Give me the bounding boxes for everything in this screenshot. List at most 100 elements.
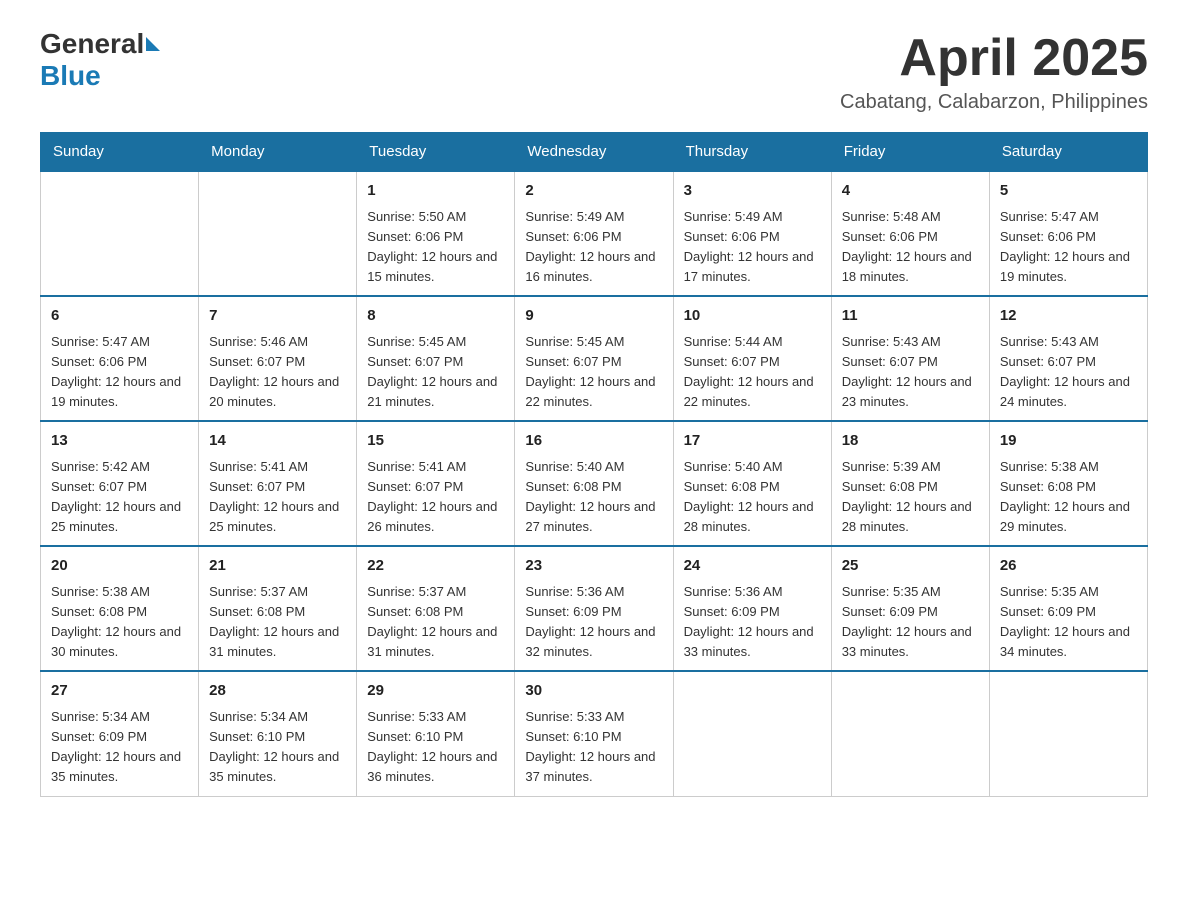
location-subtitle: Cabatang, Calabarzon, Philippines (840, 91, 1148, 114)
calendar-cell: 16 Sunrise: 5:40 AM Sunset: 6:08 PM Dayli… (515, 421, 673, 546)
calendar-cell: 23 Sunrise: 5:36 AM Sunset: 6:09 PM Dayli… (515, 546, 673, 671)
day-number: 28 (209, 680, 346, 703)
calendar-cell: 15 Sunrise: 5:41 AM Sunset: 6:07 PM Dayli… (357, 421, 515, 546)
calendar-cell (673, 671, 831, 796)
day-number: 25 (842, 555, 979, 578)
day-info: Sunrise: 5:34 AM Sunset: 6:10 PM Dayligh… (209, 707, 346, 788)
day-info: Sunrise: 5:36 AM Sunset: 6:09 PM Dayligh… (525, 582, 662, 663)
day-info: Sunrise: 5:45 AM Sunset: 6:07 PM Dayligh… (367, 332, 504, 413)
day-number: 11 (842, 305, 979, 328)
calendar-cell: 6 Sunrise: 5:47 AM Sunset: 6:06 PM Daylig… (41, 296, 199, 421)
day-info: Sunrise: 5:38 AM Sunset: 6:08 PM Dayligh… (51, 582, 188, 663)
day-info: Sunrise: 5:37 AM Sunset: 6:08 PM Dayligh… (209, 582, 346, 663)
calendar-cell: 3 Sunrise: 5:49 AM Sunset: 6:06 PM Daylig… (673, 171, 831, 296)
calendar-table: SundayMondayTuesdayWednesdayThursdayFrid… (40, 132, 1148, 796)
weekday-header-sunday: Sunday (41, 133, 199, 172)
calendar-cell: 17 Sunrise: 5:40 AM Sunset: 6:08 PM Dayli… (673, 421, 831, 546)
day-info: Sunrise: 5:36 AM Sunset: 6:09 PM Dayligh… (684, 582, 821, 663)
calendar-cell: 4 Sunrise: 5:48 AM Sunset: 6:06 PM Daylig… (831, 171, 989, 296)
day-info: Sunrise: 5:47 AM Sunset: 6:06 PM Dayligh… (51, 332, 188, 413)
calendar-cell: 19 Sunrise: 5:38 AM Sunset: 6:08 PM Dayli… (989, 421, 1147, 546)
day-number: 20 (51, 555, 188, 578)
calendar-week-row: 1 Sunrise: 5:50 AM Sunset: 6:06 PM Daylig… (41, 171, 1148, 296)
day-info: Sunrise: 5:38 AM Sunset: 6:08 PM Dayligh… (1000, 457, 1137, 538)
day-number: 6 (51, 305, 188, 328)
calendar-cell: 12Sunrise: 5:43 AM Sunset: 6:07 PM Dayli… (989, 296, 1147, 421)
day-info: Sunrise: 5:39 AM Sunset: 6:08 PM Dayligh… (842, 457, 979, 538)
day-info: Sunrise: 5:41 AM Sunset: 6:07 PM Dayligh… (209, 457, 346, 538)
day-number: 26 (1000, 555, 1137, 578)
logo-arrow-icon (146, 37, 160, 51)
calendar-cell: 24 Sunrise: 5:36 AM Sunset: 6:09 PM Dayli… (673, 546, 831, 671)
calendar-cell: 11 Sunrise: 5:43 AM Sunset: 6:07 PM Dayli… (831, 296, 989, 421)
calendar-cell: 5 Sunrise: 5:47 AM Sunset: 6:06 PM Daylig… (989, 171, 1147, 296)
day-number: 13 (51, 430, 188, 453)
calendar-cell: 25 Sunrise: 5:35 AM Sunset: 6:09 PM Dayli… (831, 546, 989, 671)
day-info: Sunrise: 5:40 AM Sunset: 6:08 PM Dayligh… (525, 457, 662, 538)
day-info: Sunrise: 5:35 AM Sunset: 6:09 PM Dayligh… (1000, 582, 1137, 663)
day-number: 27 (51, 680, 188, 703)
calendar-week-row: 27 Sunrise: 5:34 AM Sunset: 6:09 PM Dayli… (41, 671, 1148, 796)
day-info: Sunrise: 5:42 AM Sunset: 6:07 PM Dayligh… (51, 457, 188, 538)
day-number: 2 (525, 180, 662, 203)
calendar-cell: 26 Sunrise: 5:35 AM Sunset: 6:09 PM Dayli… (989, 546, 1147, 671)
calendar-cell (989, 671, 1147, 796)
day-info: Sunrise: 5:40 AM Sunset: 6:08 PM Dayligh… (684, 457, 821, 538)
day-number: 9 (525, 305, 662, 328)
day-info: Sunrise: 5:34 AM Sunset: 6:09 PM Dayligh… (51, 707, 188, 788)
day-info: Sunrise: 5:43 AM Sunset: 6:07 PM Dayligh… (842, 332, 979, 413)
logo-general-text: General (40, 30, 144, 58)
day-number: 1 (367, 180, 504, 203)
day-info: Sunrise: 5:44 AM Sunset: 6:07 PM Dayligh… (684, 332, 821, 413)
day-info: Sunrise: 5:33 AM Sunset: 6:10 PM Dayligh… (367, 707, 504, 788)
day-number: 14 (209, 430, 346, 453)
page-header: General Blue April 2025 Cabatang, Calaba… (40, 30, 1148, 114)
day-info: Sunrise: 5:37 AM Sunset: 6:08 PM Dayligh… (367, 582, 504, 663)
day-number: 5 (1000, 180, 1137, 203)
weekday-header-wednesday: Wednesday (515, 133, 673, 172)
day-number: 3 (684, 180, 821, 203)
month-year-title: April 2025 (840, 30, 1148, 87)
calendar-cell: 18 Sunrise: 5:39 AM Sunset: 6:08 PM Dayli… (831, 421, 989, 546)
day-number: 30 (525, 680, 662, 703)
day-info: Sunrise: 5:33 AM Sunset: 6:10 PM Dayligh… (525, 707, 662, 788)
calendar-cell: 22 Sunrise: 5:37 AM Sunset: 6:08 PM Dayli… (357, 546, 515, 671)
calendar-week-row: 13 Sunrise: 5:42 AM Sunset: 6:07 PM Dayli… (41, 421, 1148, 546)
calendar-cell: 1 Sunrise: 5:50 AM Sunset: 6:06 PM Daylig… (357, 171, 515, 296)
day-info: Sunrise: 5:46 AM Sunset: 6:07 PM Dayligh… (209, 332, 346, 413)
calendar-cell: 21 Sunrise: 5:37 AM Sunset: 6:08 PM Dayli… (199, 546, 357, 671)
day-info: Sunrise: 5:47 AM Sunset: 6:06 PM Dayligh… (1000, 207, 1137, 288)
day-number: 16 (525, 430, 662, 453)
day-number: 24 (684, 555, 821, 578)
calendar-cell (831, 671, 989, 796)
logo-blue-text: Blue (40, 60, 101, 92)
day-info: Sunrise: 5:48 AM Sunset: 6:06 PM Dayligh… (842, 207, 979, 288)
calendar-cell (199, 171, 357, 296)
day-number: 21 (209, 555, 346, 578)
day-number: 17 (684, 430, 821, 453)
calendar-cell: 7Sunrise: 5:46 AM Sunset: 6:07 PM Daylig… (199, 296, 357, 421)
day-number: 18 (842, 430, 979, 453)
day-info: Sunrise: 5:50 AM Sunset: 6:06 PM Dayligh… (367, 207, 504, 288)
calendar-cell: 8Sunrise: 5:45 AM Sunset: 6:07 PM Daylig… (357, 296, 515, 421)
calendar-week-row: 6 Sunrise: 5:47 AM Sunset: 6:06 PM Daylig… (41, 296, 1148, 421)
calendar-cell: 10Sunrise: 5:44 AM Sunset: 6:07 PM Dayli… (673, 296, 831, 421)
calendar-cell: 2 Sunrise: 5:49 AM Sunset: 6:06 PM Daylig… (515, 171, 673, 296)
day-number: 15 (367, 430, 504, 453)
day-info: Sunrise: 5:49 AM Sunset: 6:06 PM Dayligh… (525, 207, 662, 288)
day-number: 22 (367, 555, 504, 578)
calendar-cell: 28 Sunrise: 5:34 AM Sunset: 6:10 PM Dayli… (199, 671, 357, 796)
calendar-cell: 30 Sunrise: 5:33 AM Sunset: 6:10 PM Dayli… (515, 671, 673, 796)
calendar-cell: 9Sunrise: 5:45 AM Sunset: 6:07 PM Daylig… (515, 296, 673, 421)
weekday-header-thursday: Thursday (673, 133, 831, 172)
calendar-cell (41, 171, 199, 296)
day-info: Sunrise: 5:49 AM Sunset: 6:06 PM Dayligh… (684, 207, 821, 288)
calendar-header-row: SundayMondayTuesdayWednesdayThursdayFrid… (41, 133, 1148, 172)
day-number: 23 (525, 555, 662, 578)
day-number: 4 (842, 180, 979, 203)
weekday-header-tuesday: Tuesday (357, 133, 515, 172)
day-number: 19 (1000, 430, 1137, 453)
day-info: Sunrise: 5:41 AM Sunset: 6:07 PM Dayligh… (367, 457, 504, 538)
day-info: Sunrise: 5:35 AM Sunset: 6:09 PM Dayligh… (842, 582, 979, 663)
weekday-header-saturday: Saturday (989, 133, 1147, 172)
